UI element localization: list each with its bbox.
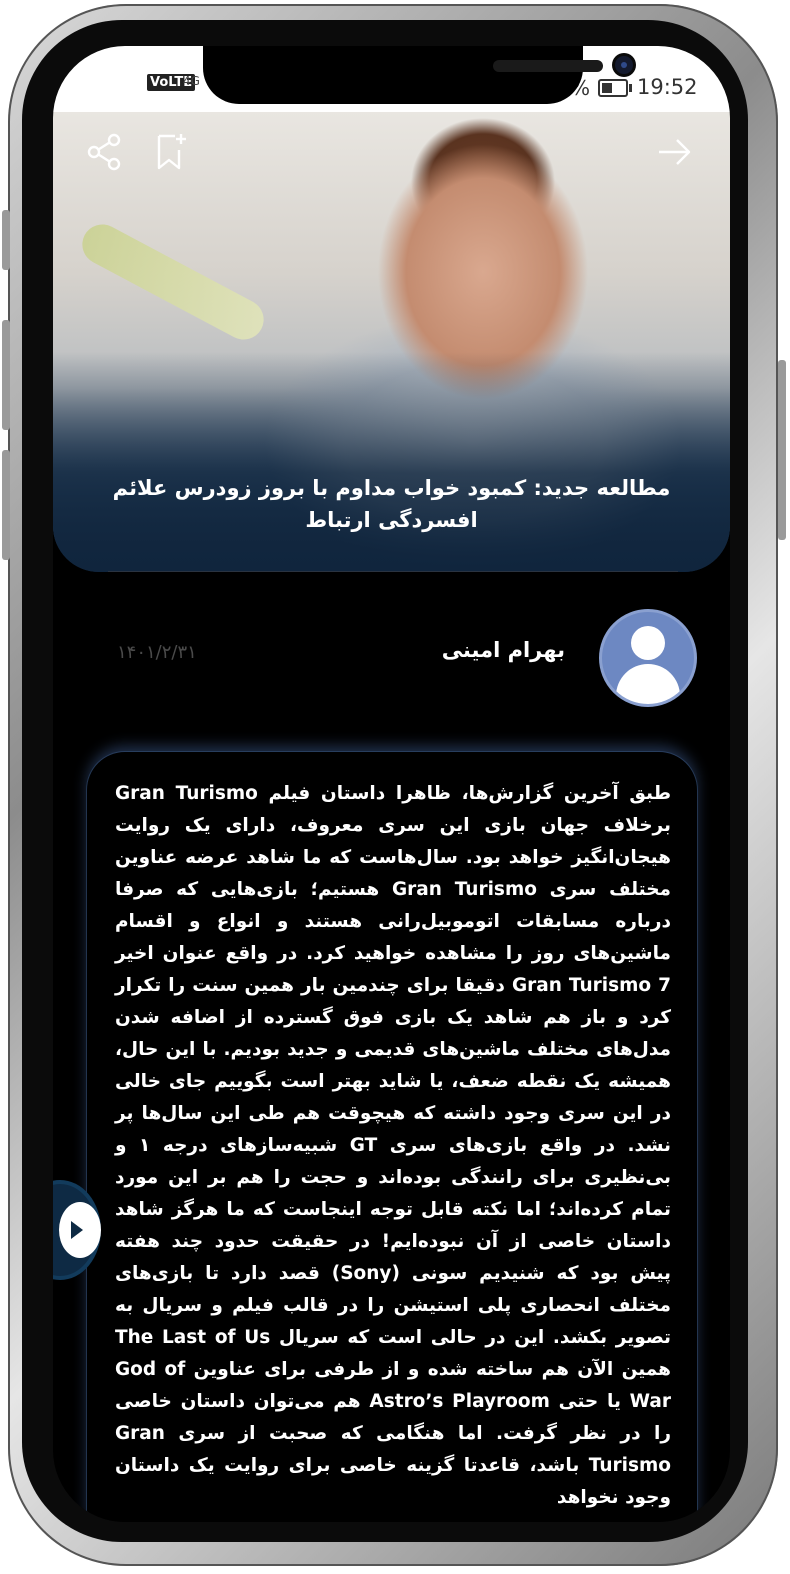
screen: VoLTE 4G % 19:52 مطالعه جدید: کمبود خواب… bbox=[53, 46, 730, 1522]
article-title: مطالعه جدید: کمبود خواب مداوم با بروز زو… bbox=[112, 476, 671, 532]
share-icon[interactable] bbox=[83, 130, 127, 174]
hero-gradient-overlay bbox=[53, 352, 730, 572]
power-button bbox=[778, 360, 786, 540]
network-extra: 4G bbox=[183, 74, 200, 88]
section-divider bbox=[108, 571, 678, 572]
avatar-body-shape bbox=[616, 664, 680, 704]
arrow-right-icon[interactable] bbox=[653, 130, 697, 174]
post-date: ۱۴۰۱/۲/۳۱ bbox=[117, 642, 197, 663]
volume-down-button bbox=[2, 450, 10, 560]
play-arrow-icon bbox=[71, 1221, 83, 1239]
hero-plant-shape bbox=[75, 217, 271, 347]
mute-switch bbox=[2, 210, 10, 270]
author-avatar[interactable] bbox=[599, 609, 697, 707]
volume-up-button bbox=[2, 320, 10, 430]
status-bar: VoLTE 4G % 19:52 bbox=[53, 46, 730, 112]
author-name[interactable]: بهرام امینی bbox=[303, 638, 565, 662]
notch bbox=[203, 46, 633, 104]
avatar-head-shape bbox=[631, 626, 665, 660]
article-body-card: طبق آخرین گزارش‌ها، ظاهرا داستان فیلم Gr… bbox=[87, 752, 697, 1522]
article-body: طبق آخرین گزارش‌ها، ظاهرا داستان فیلم Gr… bbox=[115, 783, 672, 1508]
bookmark-add-icon[interactable] bbox=[149, 130, 193, 174]
hero-image: مطالعه جدید: کمبود خواب مداوم با بروز زو… bbox=[53, 112, 730, 572]
status-time: 19:52 bbox=[637, 75, 698, 99]
battery-icon bbox=[598, 79, 632, 97]
speaker-grille bbox=[493, 60, 603, 72]
front-camera bbox=[615, 56, 633, 74]
